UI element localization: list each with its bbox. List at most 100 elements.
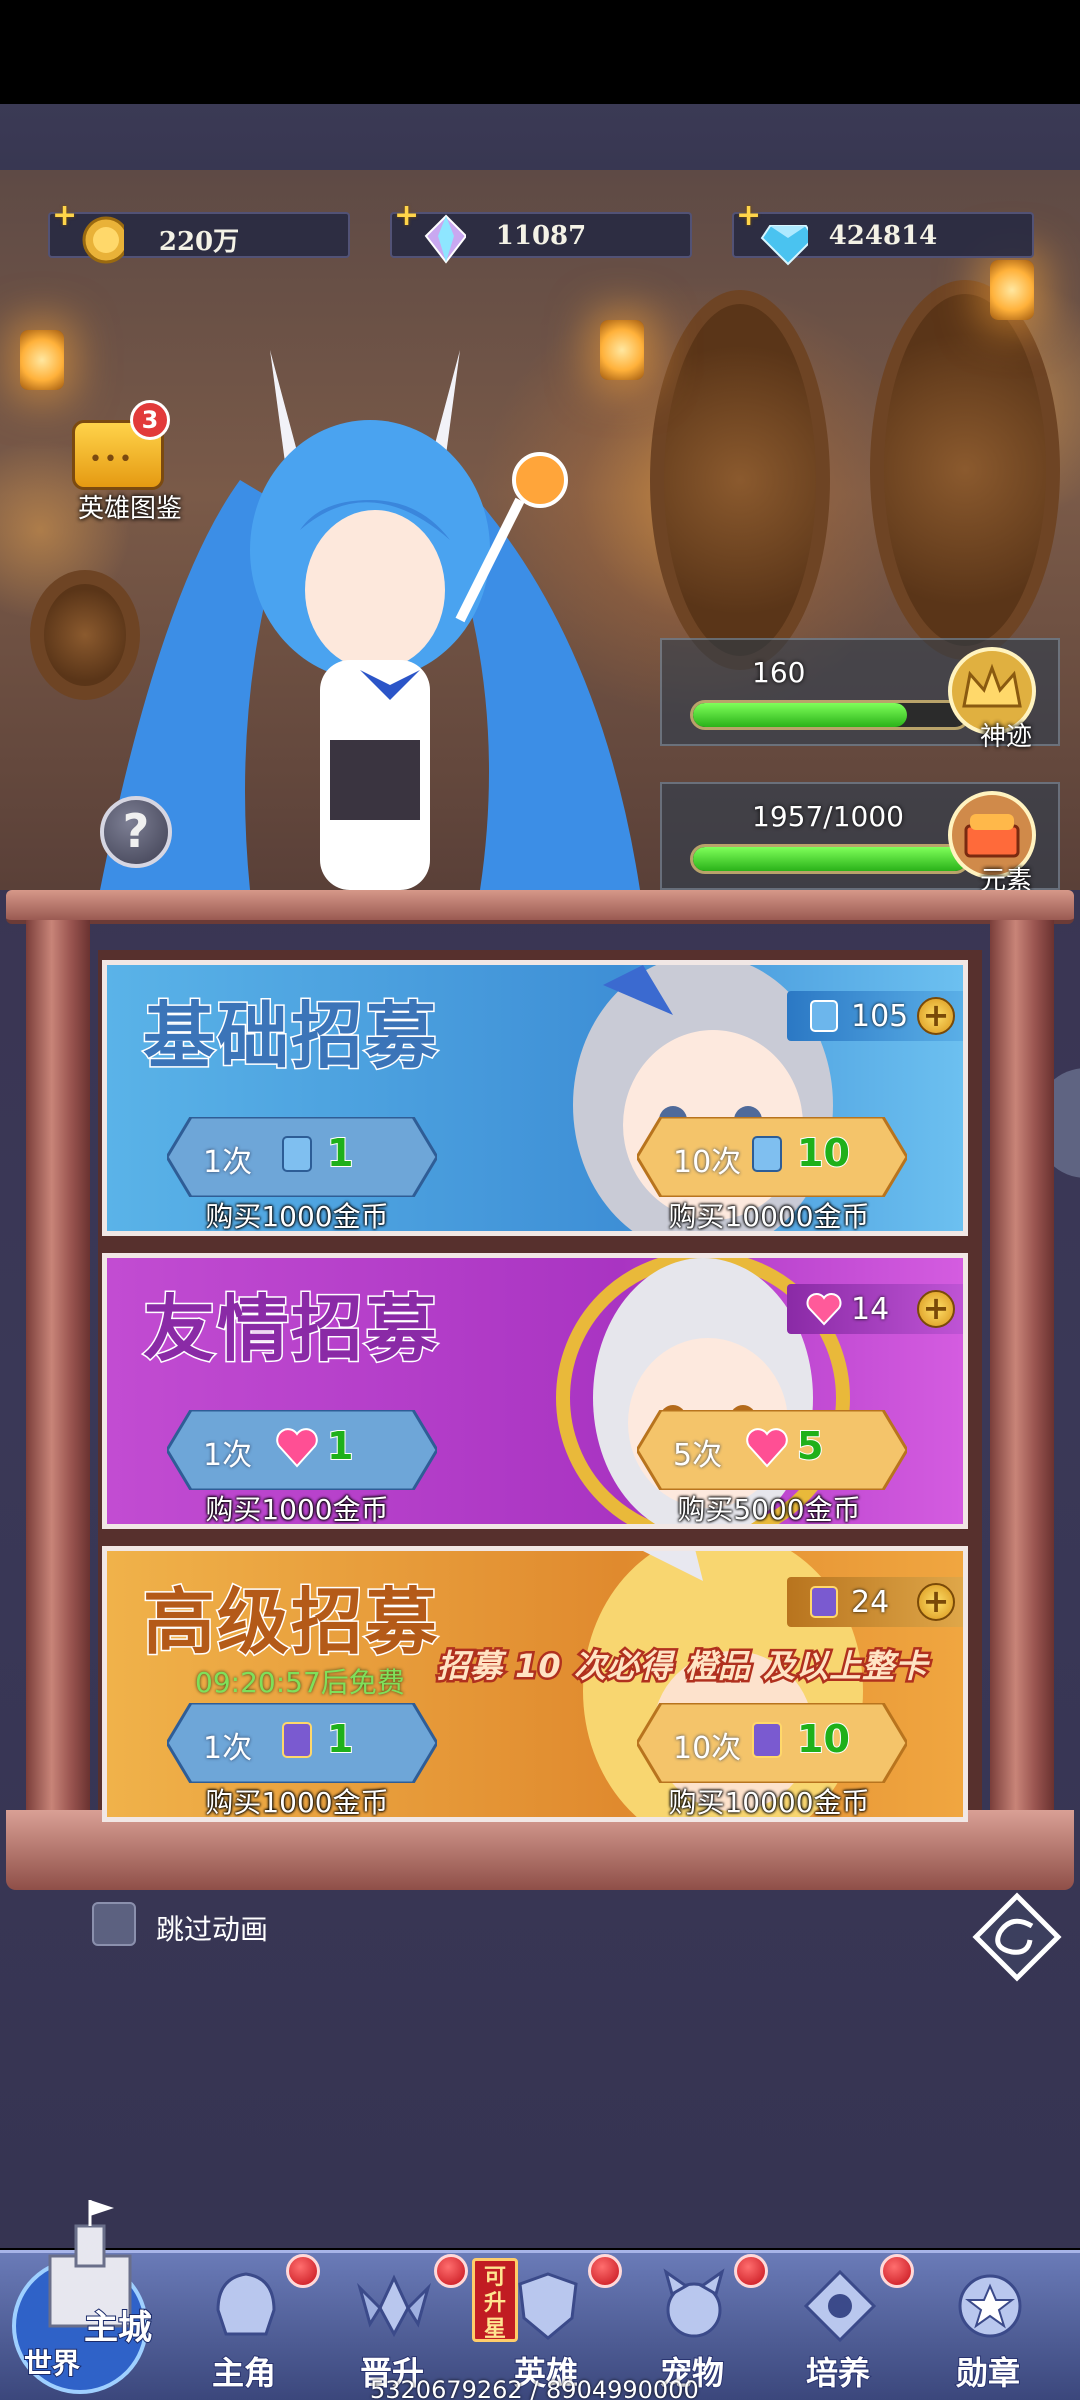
medal-icon — [958, 2274, 1022, 2338]
cost-quantity: 1 — [326, 1716, 354, 1762]
recruit-times: 1次 — [203, 1145, 253, 1180]
basic-recruit-ten-button[interactable]: 10次 10 — [637, 1117, 907, 1197]
recruit-times: 5次 — [673, 1438, 723, 1473]
hero-shield-icon — [518, 2272, 578, 2340]
element-progress-fill — [693, 847, 967, 871]
add-heart-icon[interactable]: + — [917, 1290, 955, 1328]
diamond-amount: 424814 — [828, 221, 938, 251]
basic-ticket-amount: 105 — [851, 999, 909, 1034]
footer-counter: 5320679262 / 8904990000 — [370, 2376, 699, 2400]
training-icon — [803, 2269, 877, 2343]
guarantee-notice: 招募 10 次必得 橙品 及以上整卡 — [434, 1645, 929, 1688]
basic-recruit-title: 基础招募 — [141, 992, 440, 1080]
friendship-recruit-five-button[interactable]: 5次 5 — [637, 1410, 907, 1490]
nav-medals[interactable]: 勋章 — [918, 2262, 1058, 2393]
nav-label: 主角 — [211, 2353, 277, 2393]
pink-heart-icon — [746, 1428, 788, 1468]
upgrade-star-badge: 可升星 — [472, 2258, 518, 2342]
red-dot-badge — [286, 2254, 320, 2288]
recruit-times: 10次 — [673, 1145, 742, 1180]
pet-icon — [663, 2268, 725, 2338]
cabinet-roof — [6, 890, 1074, 924]
notification-badge: 3 — [130, 400, 170, 440]
buy-gold-text[interactable]: 购买1000金币 — [147, 1195, 447, 1231]
cabinet-base — [6, 1810, 1074, 1890]
advanced-ticket-count[interactable]: 24 + — [787, 1577, 963, 1627]
hero-atlas-label: 英雄图鉴 — [77, 494, 182, 524]
world-label: 世界 — [23, 2346, 81, 2381]
crystal-amount: 11087 — [495, 221, 587, 251]
recruit-times: 1次 — [203, 1438, 253, 1473]
advanced-recruit-card[interactable]: 高级招募 09:20:57后免费 招募 10 次必得 橙品 及以上整卡 24 +… — [102, 1546, 968, 1822]
miracle-progress-fill — [693, 703, 907, 727]
nav-promotion[interactable]: 晋升 — [322, 2254, 468, 2393]
nav-training[interactable]: 培养 — [768, 2254, 914, 2393]
nav-label: 勋章 — [955, 2353, 1021, 2393]
basic-recruit-card[interactable]: 基础招募 105 + 1次 1 10次 10 购买1000金币 购买10000金… — [102, 960, 968, 1236]
gold-currency[interactable]: + 220万 — [48, 198, 350, 264]
nav-label: 培养 — [805, 2353, 871, 2393]
swirl-diamond-icon[interactable] — [972, 1892, 1062, 1982]
recruit-times: 10次 — [673, 1731, 742, 1766]
element-progress[interactable]: 1957/1000 元素 — [660, 782, 1060, 896]
buy-gold-text[interactable]: 购买5000金币 — [619, 1488, 919, 1524]
cost-quantity: 10 — [796, 1130, 851, 1176]
crystal-currency[interactable]: + 11087 — [390, 198, 692, 264]
blue-ticket-icon — [810, 1000, 838, 1032]
add-ticket-icon[interactable]: + — [917, 997, 955, 1035]
buy-gold-text[interactable]: 购买10000金币 — [619, 1195, 919, 1231]
skip-animation-label: 跳过动画 — [156, 1913, 269, 1946]
basic-recruit-once-button[interactable]: 1次 1 — [167, 1117, 437, 1197]
purple-card-icon — [752, 1722, 782, 1758]
friendship-recruit-card[interactable]: 友情招募 14 + 1次 1 5次 5 购买1000金币 购买5000金币 — [102, 1253, 968, 1529]
add-card-icon[interactable]: + — [917, 1583, 955, 1621]
purple-card-icon — [282, 1722, 312, 1758]
advanced-ticket-amount: 24 — [851, 1585, 890, 1620]
free-recruit-timer: 09:20:57后免费 — [195, 1666, 405, 1699]
red-dot-badge — [880, 2254, 914, 2288]
promotion-wings-icon — [357, 2274, 431, 2338]
red-dot-badge — [734, 2254, 768, 2288]
main-city-label: 主城 — [83, 2307, 153, 2349]
pink-heart-icon — [276, 1428, 318, 1468]
friendship-heart-count[interactable]: 14 + — [787, 1284, 963, 1334]
status-bar — [0, 0, 1080, 104]
gold-amount: 220万 — [158, 227, 240, 257]
lamp-decoration — [990, 260, 1034, 320]
advanced-recruit-ten-button[interactable]: 10次 10 — [637, 1703, 907, 1783]
cost-quantity: 1 — [326, 1423, 354, 1469]
blue-ticket-icon — [752, 1136, 782, 1172]
diamond-currency[interactable]: + 424814 — [732, 198, 1034, 266]
miracle-progress[interactable]: 160 神迹 — [660, 638, 1060, 752]
skip-animation-checkbox[interactable] — [92, 1902, 136, 1946]
cabinet-pillar — [26, 920, 90, 1820]
hero-helmet-icon — [216, 2272, 276, 2336]
cabinet-pillar — [990, 920, 1054, 1820]
miracle-label: 神迹 — [979, 722, 1032, 752]
advanced-recruit-title: 高级招募 — [141, 1578, 440, 1666]
advanced-recruit-once-button[interactable]: 1次 1 — [167, 1703, 437, 1783]
buy-gold-text[interactable]: 购买1000金币 — [147, 1781, 447, 1817]
barrel-decoration — [870, 280, 1060, 660]
purple-card-icon — [810, 1586, 838, 1618]
friendship-recruit-title: 友情招募 — [141, 1285, 440, 1373]
help-question-icon[interactable]: ? — [100, 796, 172, 868]
basic-ticket-count[interactable]: 105 + — [787, 991, 963, 1041]
recruit-times: 1次 — [203, 1731, 253, 1766]
friendship-heart-amount: 14 — [851, 1292, 890, 1327]
cost-quantity: 1 — [326, 1130, 354, 1176]
hero-atlas-button[interactable]: ••• 3 英雄图鉴 — [60, 400, 200, 530]
buy-gold-text[interactable]: 购买10000金币 — [619, 1781, 919, 1817]
pink-heart-icon — [806, 1293, 842, 1326]
red-dot-badge — [588, 2254, 622, 2288]
red-dot-badge — [434, 2254, 468, 2288]
element-progress-bar — [690, 844, 970, 874]
nav-pets[interactable]: 宠物 — [622, 2254, 768, 2393]
buy-gold-text[interactable]: 购买1000金币 — [147, 1488, 447, 1524]
friendship-recruit-once-button[interactable]: 1次 1 — [167, 1410, 437, 1490]
blue-ticket-icon — [282, 1136, 312, 1172]
world-main-city-button[interactable]: 主城 世界 — [10, 2196, 170, 2400]
nav-hero-protagonist[interactable]: 主角 — [174, 2254, 320, 2393]
element-value: 1957/1000 — [752, 800, 904, 833]
cost-quantity: 10 — [796, 1716, 851, 1762]
